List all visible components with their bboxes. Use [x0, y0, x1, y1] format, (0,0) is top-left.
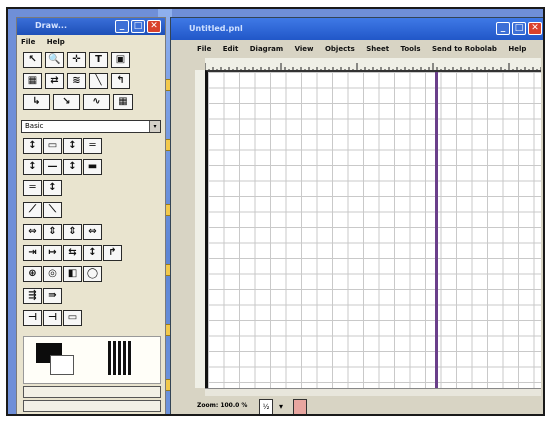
shape-button[interactable]: ↕ — [23, 159, 42, 175]
connector-tool[interactable]: ⇄ — [45, 73, 64, 89]
menu-send-to-robolab[interactable]: Send to Robolab — [432, 45, 497, 53]
shape-button[interactable]: ↕ — [63, 138, 82, 154]
menu-help[interactable]: Help — [508, 45, 526, 53]
maximize-button[interactable]: □ — [512, 22, 526, 35]
background-color-swatch[interactable] — [50, 355, 74, 375]
chevron-down-icon[interactable]: ▾ — [149, 121, 160, 132]
shape-button[interactable]: ⇕ — [43, 224, 62, 240]
shape-button[interactable]: ⊣ — [23, 310, 42, 326]
shape-button[interactable]: ↕ — [43, 180, 62, 196]
shape-button[interactable]: ◎ — [43, 266, 62, 282]
rotate-tool[interactable]: ↰ — [111, 73, 130, 89]
shape-button[interactable]: ⇶ — [23, 288, 42, 304]
palette-title: Draw... — [35, 21, 67, 30]
shape-button[interactable]: ▭ — [63, 310, 82, 326]
shape-button[interactable]: ⊕ — [23, 266, 42, 282]
menu-view[interactable]: View — [295, 45, 314, 53]
menu-diagram[interactable]: Diagram — [250, 45, 283, 53]
shape-category-value: Basic — [25, 122, 44, 130]
page-boundary-line — [435, 72, 438, 388]
grid-tool[interactable]: ▦ — [113, 94, 133, 110]
shape-button[interactable]: — — [43, 159, 62, 175]
diagram-canvas[interactable] — [205, 70, 541, 388]
menu-edit[interactable]: Edit — [223, 45, 239, 53]
shape-button[interactable]: ↦ — [43, 245, 62, 261]
window-title: Untitled.pnl — [189, 24, 243, 33]
shape-button[interactable]: ⇆ — [63, 245, 82, 261]
zoom-button[interactable]: ½ — [259, 399, 273, 414]
screenshot-frame: Draw... _ □ ✕ File Help ↖ 🔍 ✛ T ▣ ▦ ⇄ ≋ … — [6, 7, 545, 416]
color-swatch-panel — [23, 336, 161, 384]
shape-button[interactable]: ↕ — [83, 245, 102, 261]
zoom-tool[interactable]: 🔍 — [45, 52, 64, 68]
diagram-window: Untitled.pnl _ □ ✕ File Edit Diagram Vie… — [170, 17, 543, 414]
line-style-strip[interactable] — [23, 386, 161, 398]
block-tool[interactable]: ▦ — [23, 73, 42, 89]
shape-button[interactable]: ↱ — [103, 245, 122, 261]
shape-button[interactable]: ▬ — [83, 159, 102, 175]
minimize-button[interactable]: _ — [496, 22, 510, 35]
palette-menubar: File Help — [21, 38, 74, 50]
line-style-strip[interactable] — [23, 400, 161, 412]
pattern-swatch[interactable] — [108, 341, 132, 375]
menu-sheet[interactable]: Sheet — [366, 45, 389, 53]
shape-button[interactable]: ⇕ — [63, 224, 82, 240]
main-menubar: File Edit Diagram View Objects Sheet Too… — [197, 45, 535, 57]
chevron-down-icon[interactable]: ▾ — [279, 402, 283, 411]
shape-button[interactable]: ◧ — [63, 266, 82, 282]
curve-tool[interactable]: ∿ — [83, 94, 110, 110]
shape-button[interactable]: ↕ — [23, 138, 42, 154]
shape-button[interactable]: ⇛ — [43, 288, 62, 304]
frame-tool[interactable]: ▣ — [111, 52, 130, 68]
shape-button[interactable]: ═ — [83, 138, 102, 154]
wave-tool[interactable]: ≋ — [67, 73, 86, 89]
line-tool[interactable]: ╲ — [89, 73, 108, 89]
page-icon[interactable] — [293, 399, 307, 414]
move-tool[interactable]: ✛ — [67, 52, 86, 68]
window-titlebar[interactable]: Untitled.pnl _ □ ✕ — [171, 18, 543, 40]
tool-palette-window: Draw... _ □ ✕ File Help ↖ 🔍 ✛ T ▣ ▦ ⇄ ≋ … — [16, 17, 166, 414]
menu-objects[interactable]: Objects — [325, 45, 355, 53]
shape-button[interactable]: ⇥ — [23, 245, 42, 261]
close-button[interactable]: ✕ — [528, 22, 542, 35]
shape-button[interactable]: ↕ — [63, 159, 82, 175]
menu-file[interactable]: File — [197, 45, 211, 53]
shape-button[interactable]: ▭ — [43, 138, 62, 154]
bend-tool[interactable]: ↳ — [23, 94, 50, 110]
shape-button[interactable]: ⇔ — [83, 224, 102, 240]
shape-category-select[interactable]: Basic ▾ — [21, 120, 161, 133]
zoom-label: Zoom: 100.0 % — [197, 402, 248, 409]
text-tool[interactable]: T — [89, 52, 108, 68]
shape-button[interactable]: ⟋ — [23, 202, 42, 218]
maximize-button[interactable]: □ — [131, 20, 145, 33]
shape-button[interactable]: ═ — [23, 180, 42, 196]
status-bar: Zoom: 100.0 % ½ ▾ — [195, 396, 543, 414]
shape-button[interactable]: ⇔ — [23, 224, 42, 240]
select-tool[interactable]: ↖ — [23, 52, 42, 68]
shape-button[interactable]: ⟍ — [43, 202, 62, 218]
minimize-button[interactable]: _ — [115, 20, 129, 33]
palette-titlebar[interactable]: Draw... _ □ ✕ — [17, 18, 165, 35]
menu-tools[interactable]: Tools — [401, 45, 421, 53]
close-button[interactable]: ✕ — [147, 20, 161, 33]
menu-file[interactable]: File — [21, 38, 35, 46]
shape-button[interactable]: ⊣ — [43, 310, 62, 326]
shape-button[interactable]: ◯ — [83, 266, 102, 282]
arrow-tool[interactable]: ↘ — [53, 94, 80, 110]
menu-help[interactable]: Help — [47, 38, 65, 46]
